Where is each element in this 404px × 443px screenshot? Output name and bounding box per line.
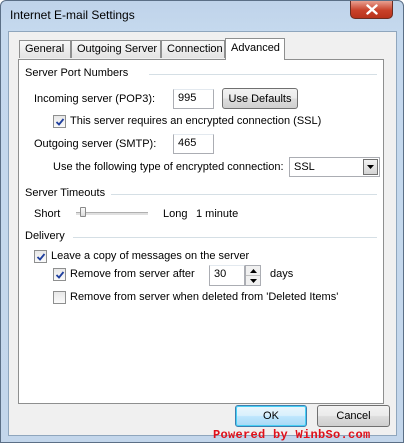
timeout-slider-thumb[interactable] [79,207,86,217]
cancel-button[interactable]: Cancel [317,405,390,427]
tab-general-label: General [25,43,65,55]
timeout-value-label: 1 minute [196,208,239,220]
days-spinner[interactable] [245,265,261,286]
close-button[interactable] [350,1,393,19]
incoming-port-input[interactable]: 995 [173,89,214,109]
encryption-type-label: Use the following type of encrypted conn… [53,161,284,173]
encryption-type-value: SSL [294,161,315,173]
remove-after-days-input[interactable]: 30 [209,265,245,286]
remove-deleted-label: Remove from server when deleted from 'De… [70,291,339,303]
dialog-client-area: General Outgoing Server Connection Advan… [8,31,397,436]
timeout-long-label: Long [163,208,188,220]
tab-advanced[interactable]: Advanced [225,38,285,60]
leave-copy-label: Leave a copy of messages on the server [51,250,250,262]
tab-general[interactable]: General [19,40,71,58]
tab-advanced-label: Advanced [231,42,280,54]
leave-copy-checkbox[interactable] [34,250,47,263]
cancel-label: Cancel [336,410,371,422]
checkmark-icon [55,271,65,279]
ok-label: OK [263,410,279,422]
group-divider [73,237,377,238]
use-defaults-button[interactable]: Use Defaults [222,88,298,109]
remove-after-label: Remove from server after [70,268,195,280]
remove-deleted-checkbox[interactable] [53,291,66,304]
group-divider [149,74,377,75]
ssl-checkbox[interactable] [53,115,66,128]
incoming-server-label: Incoming server (POP3): [34,93,156,105]
server-ports-group-label: Server Port Numbers [25,67,129,79]
outgoing-server-label: Outgoing server (SMTP): [34,138,157,150]
group-divider [111,194,377,195]
encryption-type-select[interactable]: SSL [289,157,380,177]
checkmark-icon [36,253,46,261]
checkmark-icon [55,118,65,126]
ok-button[interactable]: OK [235,405,307,427]
watermark-text: Powered by WinbSo.com [213,428,371,442]
spin-up-icon[interactable] [246,266,260,276]
window-title: Internet E-mail Settings [10,8,135,22]
timeout-short-label: Short [34,208,61,220]
delivery-group-label: Delivery [25,230,65,242]
dialog-window: Internet E-mail Settings General Outgoin… [0,0,404,443]
tab-connection[interactable]: Connection [161,40,225,58]
outgoing-port-input[interactable]: 465 [173,134,214,154]
close-icon [365,4,378,15]
tab-connection-label: Connection [167,43,223,55]
timeout-slider-track[interactable] [76,212,148,215]
timeouts-group-label: Server Timeouts [25,187,106,199]
use-defaults-label: Use Defaults [228,92,292,105]
spin-down-icon[interactable] [246,276,260,285]
ssl-checkbox-label: This server requires an encrypted connec… [70,115,322,127]
days-label: days [270,268,294,280]
advanced-tab-panel: Server Port Numbers Incoming server (POP… [18,59,384,404]
remove-after-checkbox[interactable] [53,268,66,281]
chevron-down-icon [363,159,378,175]
tab-outgoing-server[interactable]: Outgoing Server [71,40,161,58]
tab-outgoing-server-label: Outgoing Server [77,43,158,55]
